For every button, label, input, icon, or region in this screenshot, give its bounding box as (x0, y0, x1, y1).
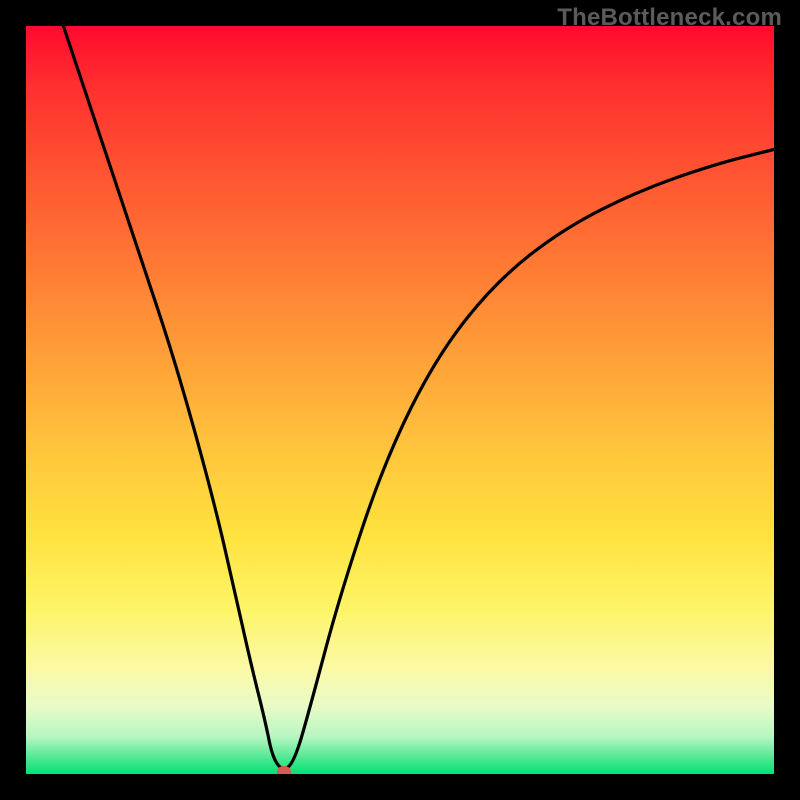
chart-frame: TheBottleneck.com (0, 0, 800, 800)
min-marker (277, 766, 291, 774)
plot-area (26, 26, 774, 774)
bottleneck-curve (63, 26, 774, 769)
curve-svg (26, 26, 774, 774)
